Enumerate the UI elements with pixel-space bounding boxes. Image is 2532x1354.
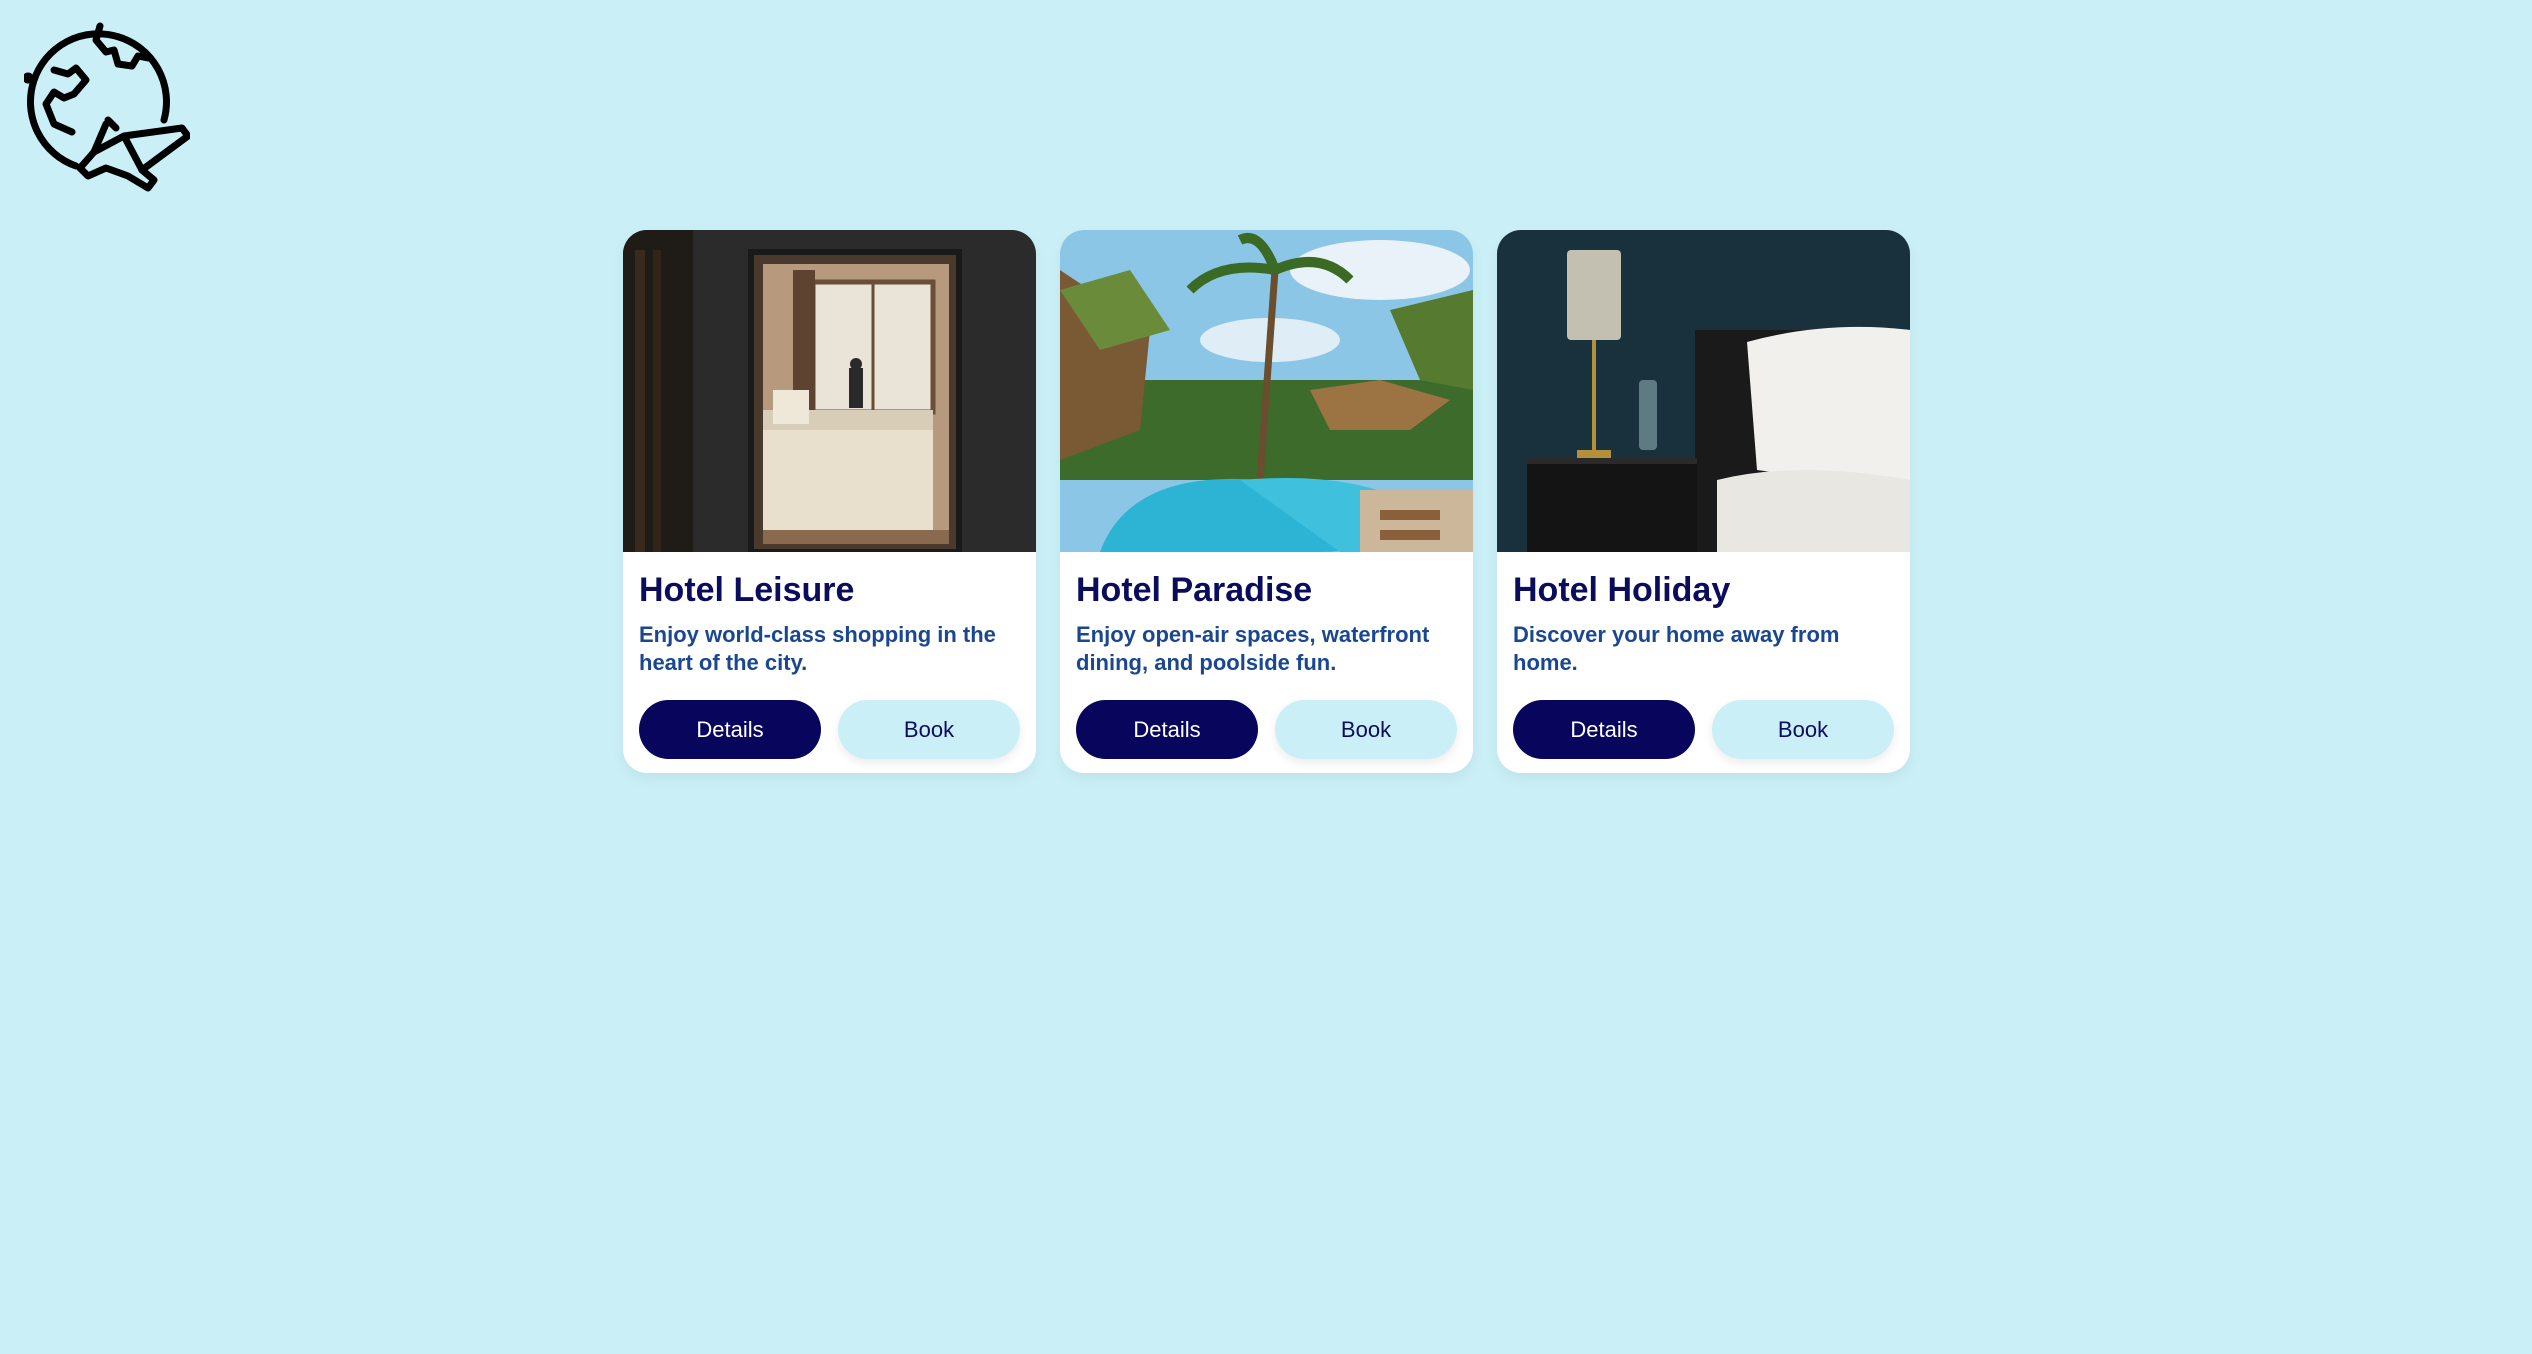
details-button[interactable]: Details [1076,700,1258,760]
hotel-card-paradise: Hotel Paradise Enjoy open-air spaces, wa… [1060,230,1473,773]
card-title: Hotel Holiday [1513,571,1731,609]
book-button[interactable]: Book [838,700,1020,760]
card-description: Discover your home away from home. [1513,622,1840,675]
card-actions: Details Book [639,700,1020,760]
book-button[interactable]: Book [1712,700,1894,760]
card-description: Enjoy world-class shopping in the heart … [639,622,996,675]
globe-airplane-icon[interactable] [22,20,192,200]
tropical-pool-palms-image [1060,230,1473,552]
hotel-room-window-image [623,230,1036,552]
card-actions: Details Book [1076,700,1457,760]
bedside-lamp-image [1497,230,1910,552]
card-description: Enjoy open-air spaces, waterfront dining… [1076,622,1430,675]
details-button[interactable]: Details [639,700,821,760]
card-actions: Details Book [1513,700,1894,760]
card-title: Hotel Paradise [1076,571,1313,609]
hotel-card-holiday: Hotel Holiday Discover your home away fr… [1497,230,1910,773]
details-button[interactable]: Details [1513,700,1695,760]
hotel-card-leisure: Hotel Leisure Enjoy world-class shopping… [623,230,1036,773]
hotel-card-list: Hotel Leisure Enjoy world-class shopping… [623,230,1910,773]
card-title: Hotel Leisure [639,571,855,609]
book-button[interactable]: Book [1275,700,1457,760]
